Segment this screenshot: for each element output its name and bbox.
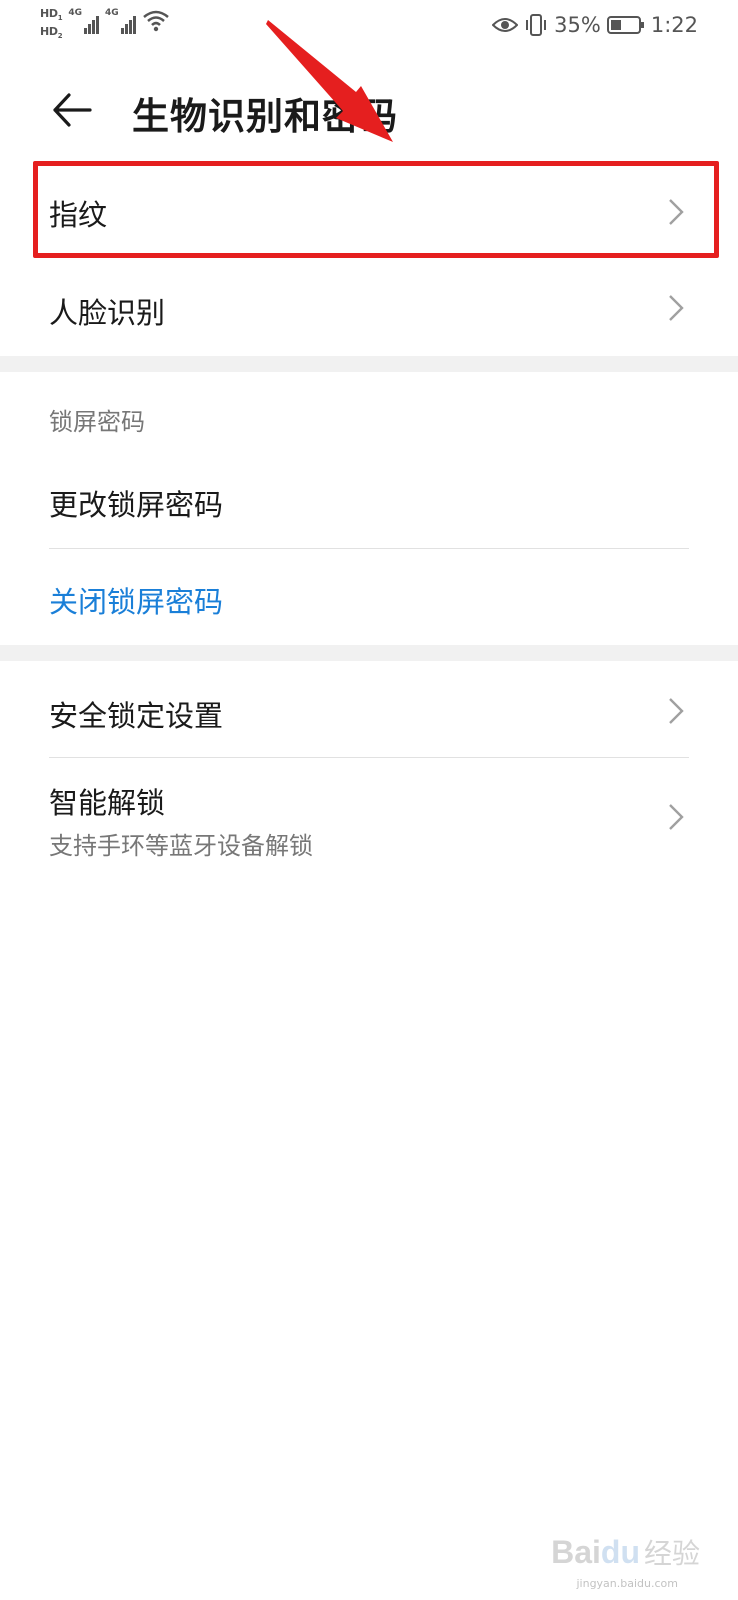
back-arrow-icon — [53, 93, 92, 127]
clock: 1:22 — [650, 13, 698, 37]
smart-unlock-label: 智能解锁 — [49, 786, 166, 820]
hd2-indicator: HD2 — [40, 25, 63, 41]
list-item-smart-unlock[interactable]: 智能解锁 支持手环等蓝牙设备解锁 — [0, 758, 738, 876]
signal-icon-2: 4G — [105, 8, 136, 34]
settings-screen: HD1 HD2 4G 4G 35% 1:22 生物识别和密码 指纹 人脸识别 锁… — [0, 0, 738, 1600]
list-item-disable-lock-password[interactable]: 关闭锁屏密码 — [0, 549, 738, 645]
chevron-right-icon — [669, 295, 684, 321]
hd-indicators: HD1 HD2 — [40, 7, 63, 42]
list-item-face-recognition[interactable]: 人脸识别 — [0, 260, 738, 356]
signal-icon: 4G — [68, 8, 99, 34]
watermark-url: jingyan.baidu.com — [576, 1577, 678, 1590]
disable-lock-password-label: 关闭锁屏密码 — [49, 585, 224, 619]
list-item-change-lock-password[interactable]: 更改锁屏密码 — [0, 452, 738, 548]
security-lock-settings-label: 安全锁定设置 — [49, 699, 224, 733]
status-right: 35% 1:22 — [492, 10, 698, 40]
watermark-brand: Baidu — [551, 1533, 640, 1570]
status-left: HD1 HD2 4G 4G — [40, 8, 170, 42]
eye-icon — [492, 18, 519, 32]
smart-unlock-description: 支持手环等蓝牙设备解锁 — [49, 832, 313, 860]
battery-icon — [606, 16, 644, 34]
battery-percent: 35% — [554, 13, 601, 37]
back-button[interactable] — [44, 82, 100, 138]
chevron-right-icon — [669, 698, 684, 724]
section-header-lock-screen: 锁屏密码 — [49, 408, 145, 436]
face-recognition-label: 人脸识别 — [49, 296, 166, 330]
page-title: 生物识别和密码 — [132, 95, 398, 138]
baidu-jingyan-watermark: Baidu 经验 — [551, 1532, 700, 1572]
section-separator — [0, 645, 738, 661]
app-header: 生物识别和密码 — [0, 60, 738, 160]
section-separator — [0, 356, 738, 372]
wifi-icon — [142, 10, 169, 32]
change-lock-password-label: 更改锁屏密码 — [49, 488, 224, 522]
hd1-indicator: HD1 — [40, 7, 63, 23]
highlight-annotation-box — [33, 161, 719, 258]
chevron-right-icon — [669, 804, 684, 830]
watermark-text: 经验 — [643, 1537, 700, 1570]
list-item-security-lock-settings[interactable]: 安全锁定设置 — [0, 661, 738, 757]
vibrate-icon — [526, 14, 547, 36]
status-bar: HD1 HD2 4G 4G 35% 1:22 — [0, 0, 738, 52]
